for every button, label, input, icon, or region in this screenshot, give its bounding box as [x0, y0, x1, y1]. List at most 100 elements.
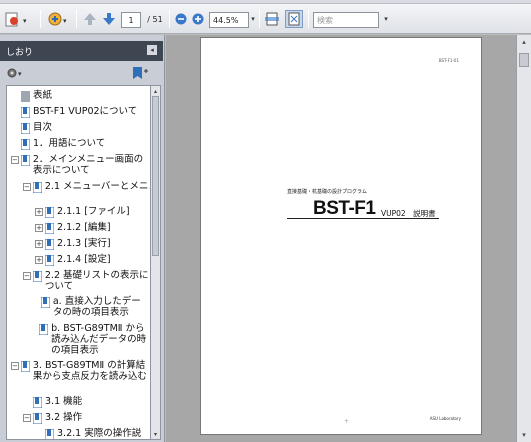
zoom-field[interactable]: 44.5%: [209, 12, 249, 28]
up-arrow-icon: [84, 13, 96, 25]
fit-window-button[interactable]: [285, 10, 303, 28]
expand-icon[interactable]: +: [35, 224, 43, 232]
document-scrollbar[interactable]: ▴ ▾: [516, 35, 531, 442]
pdf-page: BST-F1-01 直接基礎・杭基礎の設計プログラム BST-F1 VUP02 …: [200, 37, 482, 435]
bookmark-scrollbar[interactable]: ▴ ▾: [150, 85, 161, 440]
bookmark-icon: [32, 182, 42, 193]
title-underline: [287, 218, 439, 219]
bookmark-label: 2．メインメニュー画面の表示について: [32, 154, 144, 176]
bookmark-item[interactable]: a. 直接入力したデータの時の項目表示: [35, 296, 149, 318]
expand-icon: [288, 12, 300, 26]
bookmark-item[interactable]: + 2.1.3 [実行]: [35, 238, 111, 250]
new-bookmark-icon: [133, 66, 148, 79]
bookmark-item[interactable]: 1．用語について: [11, 138, 105, 150]
scroll-up-icon[interactable]: ▴: [519, 37, 529, 47]
scroll-down-icon[interactable]: ▾: [152, 430, 159, 438]
bookmark-item[interactable]: 表紙: [11, 90, 52, 102]
fit-width-button[interactable]: [264, 10, 280, 28]
bookmark-label: 目次: [33, 122, 53, 133]
search-dropdown-icon[interactable]: ▾: [381, 10, 391, 28]
page-footer: ASU Laboratory: [429, 416, 461, 421]
collaborate-button[interactable]: ▾: [47, 10, 71, 28]
gear-icon: ▾: [7, 68, 22, 78]
bookmark-icon: [39, 324, 49, 335]
scroll-down-icon[interactable]: ▾: [519, 430, 529, 440]
expand-icon[interactable]: +: [35, 208, 43, 216]
scroll-thumb[interactable]: [152, 96, 159, 256]
bookmark-label: 2.1.3 [実行]: [57, 238, 111, 249]
bookmark-item[interactable]: + 2.1.4 [設定]: [35, 254, 111, 266]
expand-icon[interactable]: +: [35, 240, 43, 248]
bookmark-item[interactable]: − 2.1 メニューバーとメニュー: [23, 181, 150, 193]
bookmark-label: BST-F1 VUP02について: [33, 106, 138, 117]
separator: [76, 10, 77, 28]
collapse-icon[interactable]: −: [11, 156, 19, 164]
bookmark-icon: [45, 239, 54, 250]
new-bookmark-button[interactable]: [132, 66, 148, 83]
collapse-icon[interactable]: −: [23, 414, 31, 422]
panel-tools: ▾: [0, 63, 163, 85]
bookmark-item[interactable]: − 3. BST-G89TMⅡ の計算結果から支点反力を読み込む: [11, 360, 149, 382]
bookmark-item[interactable]: 目次: [11, 122, 52, 134]
document-icon: ▾: [5, 12, 27, 27]
panel-title: しおり ◂: [0, 41, 163, 61]
cursor-crosshair-icon: +: [344, 418, 350, 425]
bookmark-label: 1．用語について: [33, 138, 106, 149]
collapse-panel-button[interactable]: ◂: [147, 45, 157, 55]
bookmark-icon: [45, 223, 54, 234]
bookmark-item[interactable]: 3.2.1 実際の操作説: [35, 428, 142, 439]
bookmark-label: b. BST-G89TMⅡ から読み込んだデータの時の項目表示: [51, 323, 147, 356]
bookmark-item[interactable]: − 2．メインメニュー画面の表示について: [11, 154, 149, 176]
scroll-thumb[interactable]: [519, 53, 529, 67]
bookmark-icon: [21, 107, 30, 118]
document-title: BST-F1: [313, 198, 376, 219]
bookmark-icon: [20, 155, 30, 166]
bookmark-item[interactable]: − 2.2 基礎リストの表示について: [23, 270, 149, 292]
bookmark-label: 2.1.4 [設定]: [57, 254, 111, 265]
bookmark-icon: [45, 429, 54, 439]
bookmark-icon: [32, 271, 42, 282]
bookmark-label: 3.2 操作: [45, 412, 83, 423]
page-header: BST-F1-01: [438, 58, 459, 63]
zoom-in-button[interactable]: [191, 10, 205, 28]
bookmark-label: 3. BST-G89TMⅡ の計算結果から支点反力を読み込む: [32, 360, 147, 382]
plus-icon: [192, 13, 204, 25]
bookmark-icon: [20, 361, 30, 372]
expand-icon[interactable]: +: [35, 256, 43, 264]
svg-text:▾: ▾: [63, 17, 67, 25]
zoom-dropdown-icon[interactable]: ▾: [249, 10, 257, 28]
bookmark-icon: [45, 255, 54, 266]
separator: [308, 10, 309, 28]
bookmark-icon: [21, 123, 30, 134]
share-icon: ▾: [48, 12, 67, 26]
next-page-button[interactable]: [101, 10, 117, 28]
bookmark-label: 2.1.2 [編集]: [57, 222, 111, 233]
zoom-out-button[interactable]: [174, 10, 188, 28]
page-total: / 51: [147, 14, 163, 24]
bookmark-item[interactable]: 3.1 機能: [23, 396, 82, 408]
bookmark-label: 3.1 機能: [45, 396, 83, 407]
collapse-icon[interactable]: −: [11, 362, 19, 370]
bookmarks-panel: しおり ◂ ▾ 表紙 BST-F1 VUP02について 目次 1．用語について …: [0, 35, 165, 442]
separator: [259, 10, 260, 28]
bookmark-item[interactable]: − 3.2 操作: [23, 412, 82, 424]
scroll-up-icon[interactable]: ▴: [152, 87, 159, 95]
collapse-icon[interactable]: −: [23, 183, 31, 191]
document-view[interactable]: BST-F1-01 直接基礎・杭基礎の設計プログラム BST-F1 VUP02 …: [166, 35, 516, 442]
down-arrow-icon: [103, 13, 115, 25]
panel-title-text: しおり: [6, 47, 34, 58]
bookmark-item[interactable]: + 2.1.2 [編集]: [35, 222, 111, 234]
prev-page-button[interactable]: [82, 10, 98, 28]
bookmark-item[interactable]: + 2.1.1 [ファイル]: [35, 206, 130, 218]
bookmark-item[interactable]: BST-F1 VUP02について: [11, 106, 137, 118]
bookmark-item[interactable]: b. BST-G89TMⅡ から読み込んだデータの時の項目表示: [35, 323, 149, 356]
bookmark-label: 3.2.1 実際の操作説: [57, 428, 142, 439]
file-menu-button[interactable]: ▾: [2, 10, 32, 28]
bookmark-label: 2.2 基礎リストの表示について: [44, 270, 149, 292]
search-input[interactable]: 検索: [313, 12, 379, 28]
options-button[interactable]: ▾: [6, 67, 26, 82]
fit-page-icon: [265, 12, 279, 26]
page-number-input[interactable]: 1: [121, 12, 141, 28]
collapse-icon[interactable]: −: [23, 272, 31, 280]
svg-text:▾: ▾: [23, 17, 27, 25]
